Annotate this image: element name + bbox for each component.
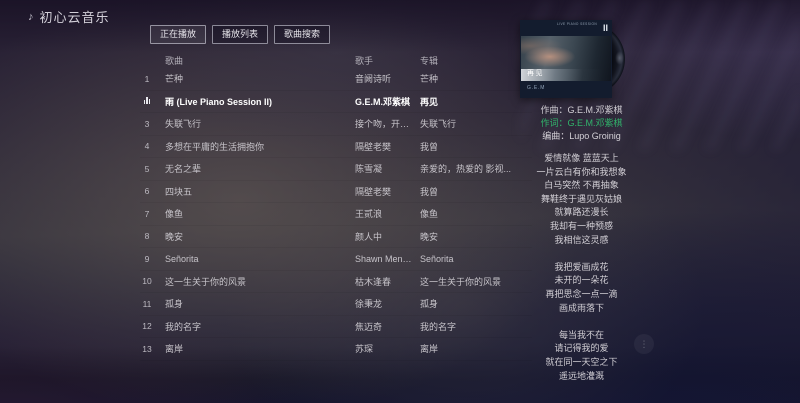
row-index: 12 bbox=[140, 321, 154, 331]
credit-line: 作词：G.E.M.邓紫棋 bbox=[500, 117, 663, 130]
playlist-table: 歌曲 歌手 专辑 1 芒种 音阙诗听 芒种 雨 (Live Piano Sess… bbox=[140, 52, 532, 361]
column-header-artist: 歌手 bbox=[355, 54, 420, 67]
album-series-numeral: II bbox=[603, 23, 608, 33]
song-credits: 作曲：G.E.M.邓紫棋 作词：G.E.M.邓紫棋 编曲：Lupo Groini… bbox=[500, 104, 663, 143]
song-title: 四块五 bbox=[154, 185, 355, 198]
song-title: 像鱼 bbox=[154, 207, 355, 220]
album-title-text: 再见 bbox=[527, 68, 544, 78]
table-row[interactable]: 5 无名之辈 陈雪凝 亲爱的，热爱的 影视... bbox=[140, 158, 532, 181]
lyric-line: 就算路还漫长 bbox=[500, 206, 663, 220]
table-row[interactable]: 4 多想在平庸的生活拥抱你 隔壁老樊 我曾 bbox=[140, 136, 532, 159]
row-index: 11 bbox=[140, 299, 154, 309]
playlist-header-row: 歌曲 歌手 专辑 bbox=[140, 52, 532, 68]
song-title: 离岸 bbox=[154, 342, 355, 355]
table-row[interactable]: 10 这一生关于你的风景 枯木逢春 这一生关于你的风景 bbox=[140, 271, 532, 294]
view-tab-button[interactable]: 歌曲搜索 bbox=[274, 25, 330, 44]
view-tab-button[interactable]: 播放列表 bbox=[212, 25, 268, 44]
song-title: 孤身 bbox=[154, 297, 355, 310]
table-row[interactable]: 11 孤身 徐秉龙 孤身 bbox=[140, 293, 532, 316]
lyric-line: 爱情就像 蓝蓝天上 bbox=[500, 152, 663, 166]
lyric-line bbox=[500, 315, 663, 329]
song-artist: Shawn Mendes bbox=[355, 254, 420, 264]
song-title: 芒种 bbox=[154, 72, 355, 85]
lyric-line: 未开的一朵花 bbox=[500, 274, 663, 288]
song-artist: 接个吻，开一枪 bbox=[355, 117, 420, 130]
table-row[interactable]: 12 我的名字 焦迈奇 我的名字 bbox=[140, 316, 532, 339]
table-row[interactable]: 1 芒种 音阙诗听 芒种 bbox=[140, 68, 532, 91]
song-artist: 苏琛 bbox=[355, 342, 420, 355]
song-title: Señorita bbox=[154, 254, 355, 264]
song-title: 雨 (Live Piano Session II) bbox=[154, 95, 355, 108]
song-artist: 王贰浪 bbox=[355, 207, 420, 220]
row-index: 3 bbox=[140, 119, 154, 129]
table-row[interactable]: 8 晚安 颜人中 晚安 bbox=[140, 226, 532, 249]
lyric-line: 一片云白有你和我想象 bbox=[500, 166, 663, 180]
row-index: 4 bbox=[140, 141, 154, 151]
app-title: 初心云音乐 bbox=[40, 7, 110, 26]
playlist-rows: 1 芒种 音阙诗听 芒种 雨 (Live Piano Session II) G… bbox=[140, 68, 532, 361]
album-cover-photo: 再见 bbox=[521, 36, 611, 81]
vertical-dots-icon: ⋮ bbox=[640, 339, 649, 350]
credit-line: 作曲：G.E.M.邓紫棋 bbox=[500, 104, 663, 117]
table-row[interactable]: 6 四块五 隔壁老樊 我曾 bbox=[140, 181, 532, 204]
view-tabs: 正在播放 播放列表 歌曲搜索 bbox=[150, 25, 330, 44]
table-row[interactable]: 9 Señorita Shawn Mendes Señorita bbox=[140, 248, 532, 271]
lyric-line: 白马突然 不再抽象 bbox=[500, 179, 663, 193]
now-playing-equalizer-icon bbox=[144, 96, 151, 104]
album-series-text: LIVE PIANO SESSION bbox=[557, 22, 597, 26]
lyric-line: 我把爱画成花 bbox=[500, 261, 663, 275]
credit-label: 编曲： bbox=[542, 131, 569, 141]
row-index bbox=[140, 96, 154, 106]
song-title: 晚安 bbox=[154, 230, 355, 243]
row-index: 5 bbox=[140, 164, 154, 174]
song-title: 这一生关于你的风景 bbox=[154, 275, 355, 288]
album-artist-text: G.E.M bbox=[527, 85, 545, 91]
row-index: 1 bbox=[140, 74, 154, 84]
lyric-line bbox=[500, 247, 663, 261]
player-bar bbox=[0, 358, 800, 403]
song-title: 我的名字 bbox=[154, 320, 355, 333]
song-artist: G.E.M.邓紫棋 bbox=[355, 95, 420, 108]
song-album: 芒种 bbox=[420, 72, 532, 85]
row-index: 7 bbox=[140, 209, 154, 219]
credit-label: 作曲： bbox=[540, 105, 567, 115]
table-row[interactable]: 雨 (Live Piano Session II) G.E.M.邓紫棋 再见 bbox=[140, 91, 532, 114]
song-artist: 陈雪凝 bbox=[355, 162, 420, 175]
row-index: 8 bbox=[140, 231, 154, 241]
song-artist: 隔壁老樊 bbox=[355, 185, 420, 198]
credit-line: 编曲：Lupo Groinig bbox=[500, 130, 663, 143]
scroll-indicator[interactable]: ⋮ bbox=[634, 334, 654, 354]
song-title: 无名之辈 bbox=[154, 162, 355, 175]
song-title: 多想在平庸的生活拥抱你 bbox=[154, 140, 355, 153]
credit-label: 作词： bbox=[540, 118, 567, 128]
app-logo: ♪ 初心云音乐 bbox=[28, 7, 110, 26]
song-artist: 音阙诗听 bbox=[355, 72, 420, 85]
row-index: 9 bbox=[140, 254, 154, 264]
credit-value: Lupo Groinig bbox=[569, 131, 621, 141]
column-header-album: 专辑 bbox=[420, 54, 532, 67]
lyric-line: 我却有一种预感 bbox=[500, 220, 663, 234]
credit-value: G.E.M.邓紫棋 bbox=[568, 118, 623, 128]
music-note-icon: ♪ bbox=[28, 11, 35, 23]
lyric-line: 舞鞋终于遇见灰姑娘 bbox=[500, 193, 663, 207]
column-header-song: 歌曲 bbox=[154, 54, 355, 67]
table-row[interactable]: 7 像鱼 王贰浪 像鱼 bbox=[140, 203, 532, 226]
lyric-line: 再把思念一点一滴 bbox=[500, 288, 663, 302]
song-title: 失联飞行 bbox=[154, 117, 355, 130]
album-cover: LIVE PIANO SESSION II 再见 G.E.M bbox=[520, 20, 612, 98]
row-index: 13 bbox=[140, 344, 154, 354]
song-artist: 隔壁老樊 bbox=[355, 140, 420, 153]
song-artist: 颜人中 bbox=[355, 230, 420, 243]
music-player-app: ♪ 初心云音乐 正在播放 播放列表 歌曲搜索 歌曲 歌手 专辑 1 芒种 音阙诗… bbox=[0, 0, 800, 403]
view-tab-button[interactable]: 正在播放 bbox=[150, 25, 206, 44]
song-artist: 焦迈奇 bbox=[355, 320, 420, 333]
song-artist: 枯木逢春 bbox=[355, 275, 420, 288]
credit-value: G.E.M.邓紫棋 bbox=[568, 105, 623, 115]
lyric-line: 画成雨落下 bbox=[500, 302, 663, 316]
song-artist: 徐秉龙 bbox=[355, 297, 420, 310]
row-index: 6 bbox=[140, 186, 154, 196]
lyric-line: 我相信这灵感 bbox=[500, 234, 663, 248]
table-row[interactable]: 3 失联飞行 接个吻，开一枪 失联飞行 bbox=[140, 113, 532, 136]
row-index: 10 bbox=[140, 276, 154, 286]
